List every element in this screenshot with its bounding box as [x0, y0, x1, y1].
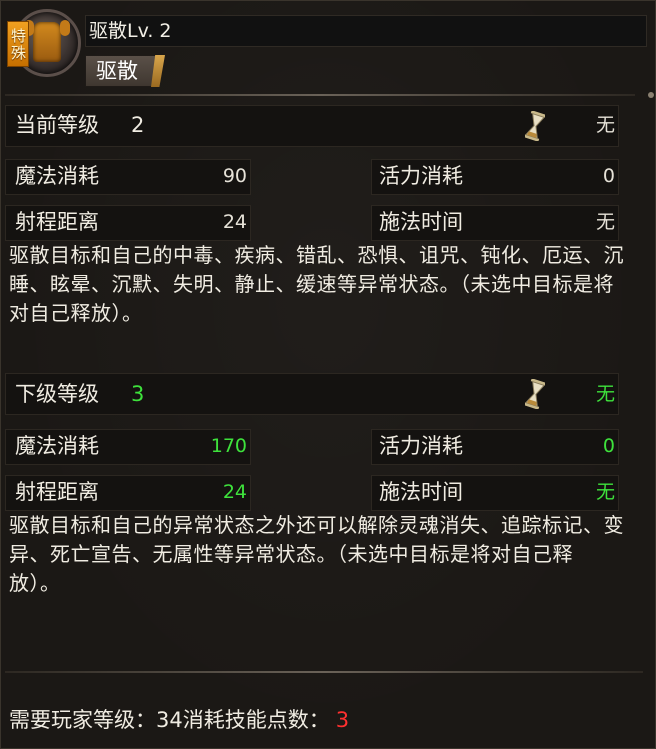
current-vigor-value: 0	[602, 165, 615, 187]
skill-title: 驱散Lv. 2	[89, 20, 172, 42]
next-level-value: 3	[131, 382, 145, 406]
current-cast-label: 施法时间	[379, 210, 463, 234]
divider-top	[5, 94, 635, 96]
next-mana-value: 170	[210, 435, 247, 457]
skill-type-tag: 特殊	[7, 21, 29, 67]
next-description: 驱散目标和自己的异常状态之外还可以解除灵魂消失、追踪标记、变异、死亡宣告、无属性…	[9, 513, 624, 595]
next-range-label: 射程距离	[15, 480, 99, 504]
next-cast-value: 无	[595, 481, 615, 503]
skill-icon-wrap: 特殊	[3, 7, 81, 81]
scroll-indicator	[648, 92, 654, 98]
current-mana-label: 魔法消耗	[15, 164, 99, 188]
current-level-label: 当前等级	[15, 113, 99, 137]
next-cast-label: 施法时间	[379, 480, 463, 504]
hourglass-icon	[525, 111, 545, 141]
skill-tooltip: 特殊 驱散Lv. 2 驱散 当前等级 2 无 魔法消耗 90 活力消耗 0 射程…	[0, 0, 656, 749]
current-description: 驱散目标和自己的中毒、疾病、错乱、恐惧、诅咒、钝化、厄运、沉睡、眩晕、沉默、失明…	[9, 243, 624, 325]
current-vigor-label: 活力消耗	[379, 164, 463, 188]
current-cast-value: 无	[595, 211, 615, 233]
skill-point-cost-value: 3	[335, 708, 350, 732]
current-range-value: 24	[222, 211, 247, 233]
next-cooldown-value: 无	[595, 383, 615, 405]
next-mana-label: 魔法消耗	[15, 434, 99, 458]
next-vigor-label: 活力消耗	[379, 434, 463, 458]
current-mana-value: 90	[222, 165, 247, 187]
requirement-line: 需要玩家等级：34消耗技能点数： 3	[9, 705, 349, 735]
divider-bottom	[5, 671, 643, 673]
hourglass-icon	[525, 379, 545, 409]
required-level-label: 需要玩家等级：	[9, 708, 156, 732]
next-vigor-value: 0	[602, 435, 615, 457]
required-level-value: 34	[156, 708, 183, 732]
current-range-label: 射程距离	[15, 210, 99, 234]
current-level-value: 2	[131, 113, 145, 137]
skill-point-cost-label: 消耗技能点数：	[182, 708, 330, 732]
next-range-value: 24	[222, 481, 247, 503]
next-level-label: 下级等级	[15, 382, 99, 406]
current-cooldown-value: 无	[595, 114, 615, 136]
